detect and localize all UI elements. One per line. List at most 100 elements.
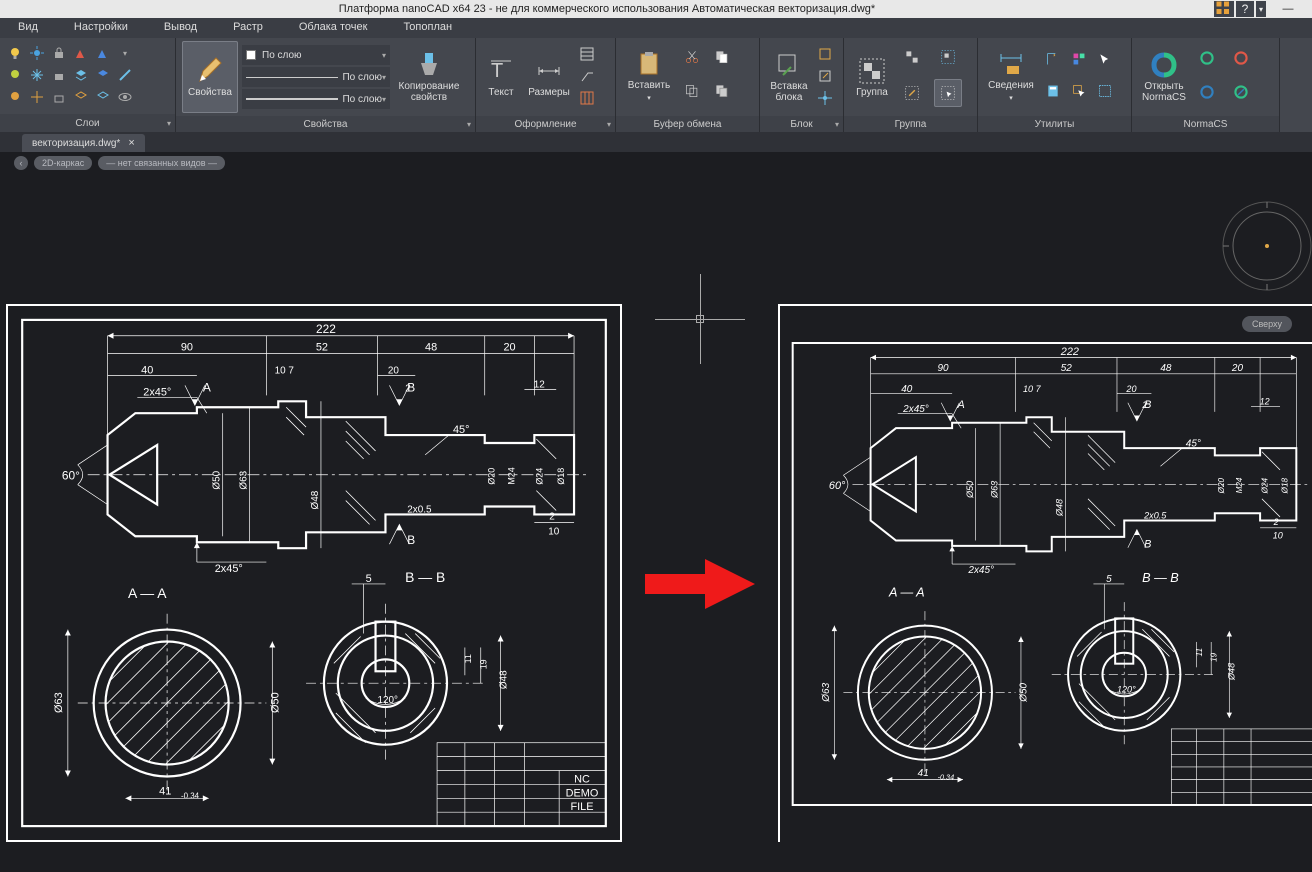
calc-icon[interactable] xyxy=(1042,78,1064,104)
layer-layers2-icon[interactable] xyxy=(94,66,112,84)
group-cursor-icon[interactable] xyxy=(934,79,962,107)
layer-snow2-icon[interactable] xyxy=(28,88,46,106)
layer-eye-icon[interactable] xyxy=(116,88,134,106)
block-edit-icon[interactable] xyxy=(816,67,834,85)
layer-bulb-icon[interactable] xyxy=(6,44,24,62)
select-cursor-icon[interactable] xyxy=(1094,46,1116,72)
color-bylayer[interactable]: По слою▾ xyxy=(242,45,390,65)
copy-properties-button[interactable]: Копирование свойств xyxy=(394,41,464,113)
menu-raster[interactable]: Растр xyxy=(215,18,281,38)
panel-design-title[interactable]: Оформление▾ xyxy=(476,116,615,132)
help-icon[interactable]: ? xyxy=(1236,1,1254,17)
copy-basepoint-icon[interactable] xyxy=(710,45,734,69)
panel-layers-title[interactable]: Слои▾ xyxy=(0,114,175,132)
drawing-canvas[interactable]: Сверху 222 90 52 xyxy=(0,174,1312,872)
selectall-icon[interactable] xyxy=(1094,78,1116,104)
properties-button[interactable]: Свойства xyxy=(182,41,238,113)
menu-pointclouds[interactable]: Облака точек xyxy=(281,18,386,38)
layer-red-icon[interactable] xyxy=(72,44,90,62)
dropper-icon[interactable] xyxy=(1068,46,1090,72)
paste-button[interactable]: Вставить▾ xyxy=(622,41,676,113)
info-prev-button[interactable]: ‹ xyxy=(14,156,28,170)
menu-settings[interactable]: Настройки xyxy=(56,18,146,38)
menu-view[interactable]: Вид xyxy=(0,18,56,38)
svg-text:NC: NC xyxy=(574,773,590,785)
minimize-button[interactable]: — xyxy=(1268,1,1308,17)
menu-topoplan[interactable]: Топоплан xyxy=(385,18,470,38)
svg-text:M24: M24 xyxy=(506,467,516,484)
svg-text:Ø63: Ø63 xyxy=(239,470,250,489)
document-tabs: векторизация.dwg* × xyxy=(0,132,1312,152)
transform-arrow xyxy=(640,554,760,619)
grid-table-icon[interactable] xyxy=(578,89,596,107)
doc-tab-label: векторизация.dwg* xyxy=(32,138,120,149)
svg-text:M24: M24 xyxy=(1235,477,1244,493)
svg-text:222: 222 xyxy=(1060,346,1079,358)
svg-text:5: 5 xyxy=(366,573,372,585)
normacs-b-icon[interactable] xyxy=(1228,45,1254,71)
drawing-frame-left: 222 90 52 48 20 40 10 7 20 2 xyxy=(6,304,622,842)
cut-icon[interactable] xyxy=(680,45,704,69)
svg-text:19: 19 xyxy=(1210,652,1219,662)
layer-lock-icon[interactable] xyxy=(50,44,68,62)
brush-icon xyxy=(415,51,443,79)
layer-unlock2-icon[interactable] xyxy=(50,88,68,106)
svg-text:222: 222 xyxy=(316,322,336,336)
layer-dropdown-icon[interactable]: ▾ xyxy=(116,44,134,62)
visual-style-pill[interactable]: 2D-каркас xyxy=(34,156,92,170)
block-icon xyxy=(775,51,803,79)
svg-text:52: 52 xyxy=(316,342,328,354)
normacs-a-icon[interactable] xyxy=(1194,45,1220,71)
layer-bulb2-icon[interactable] xyxy=(6,66,24,84)
layer-layers3-icon[interactable] xyxy=(72,88,90,106)
copy-icon[interactable] xyxy=(680,79,704,103)
panel-properties-title[interactable]: Свойства▾ xyxy=(176,116,475,132)
svg-text:Ø50: Ø50 xyxy=(965,481,975,499)
svg-text:2: 2 xyxy=(1273,517,1279,527)
ribbon: ▾ Слои▾ Свойства xyxy=(0,38,1312,132)
open-normacs-button[interactable]: Открыть NormaCS xyxy=(1138,41,1190,113)
layer-layers4-icon[interactable] xyxy=(94,88,112,106)
grid-icon[interactable] xyxy=(1214,1,1234,17)
svg-text:Ø63: Ø63 xyxy=(53,692,65,713)
block-basepoint-icon[interactable] xyxy=(816,89,834,107)
measure-dist-icon[interactable] xyxy=(1042,46,1064,72)
block-create-icon[interactable] xyxy=(816,45,834,63)
doc-tab-active[interactable]: векторизация.dwg* × xyxy=(22,134,145,152)
layer-aux-icon[interactable] xyxy=(116,66,134,84)
svg-text:12: 12 xyxy=(1260,397,1270,407)
close-icon[interactable]: × xyxy=(128,137,134,149)
svg-text:Ø48: Ø48 xyxy=(1055,499,1065,517)
panel-block-title[interactable]: Блок▾ xyxy=(760,116,843,132)
group-edit-icon[interactable] xyxy=(898,79,926,107)
layer-layers-icon[interactable] xyxy=(72,66,90,84)
svg-text:Ø20: Ø20 xyxy=(487,468,497,485)
help-dropdown-icon[interactable]: ▾ xyxy=(1256,1,1266,17)
layer-blue-icon[interactable] xyxy=(94,44,112,62)
layer-unlock-icon[interactable] xyxy=(50,66,68,84)
linked-views-pill[interactable]: — нет связанных видов — xyxy=(98,156,225,170)
info-button[interactable]: Сведения▾ xyxy=(984,41,1038,113)
normacs-d-icon[interactable] xyxy=(1228,79,1254,105)
dimensions-button[interactable]: Размеры xyxy=(524,41,574,113)
layer-bulb3-icon[interactable] xyxy=(6,88,24,106)
group-button[interactable]: Группа xyxy=(850,41,894,113)
svg-text:90: 90 xyxy=(181,342,193,354)
leader-icon[interactable] xyxy=(578,67,596,85)
svg-text:Ø50: Ø50 xyxy=(269,692,281,713)
svg-text:12: 12 xyxy=(534,379,546,390)
svg-text:11: 11 xyxy=(1195,648,1204,656)
table-icon[interactable] xyxy=(578,45,596,63)
normacs-c-icon[interactable] xyxy=(1194,79,1220,105)
group-select-icon[interactable] xyxy=(934,43,962,71)
layer-sun-icon[interactable] xyxy=(28,44,46,62)
quickselect-icon[interactable] xyxy=(1068,78,1090,104)
lineweight-bylayer[interactable]: По слою▾ xyxy=(242,89,390,109)
layer-snow-icon[interactable] xyxy=(28,66,46,84)
copy2-icon[interactable] xyxy=(710,79,734,103)
linetype-bylayer[interactable]: По слою▾ xyxy=(242,67,390,87)
ungroup-icon[interactable] xyxy=(898,43,926,71)
text-button[interactable]: T Текст xyxy=(482,41,520,113)
insert-block-button[interactable]: Вставка блока xyxy=(766,41,812,113)
menu-output[interactable]: Вывод xyxy=(146,18,215,38)
